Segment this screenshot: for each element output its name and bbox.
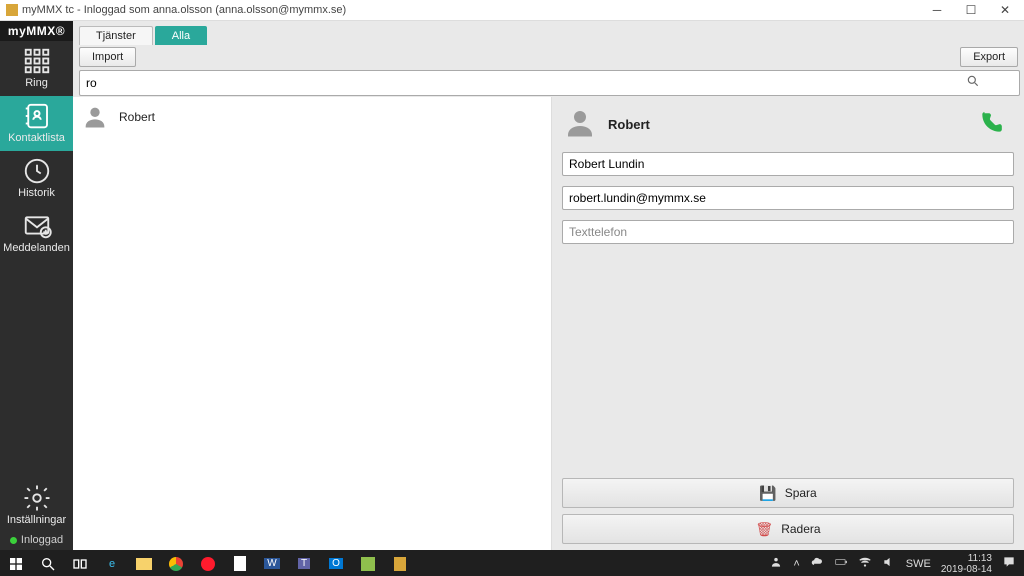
maximize-button[interactable]: ☐ xyxy=(954,0,988,20)
detail-name: Robert xyxy=(608,117,650,132)
tray-chevron-up-icon[interactable]: ˄ xyxy=(793,558,799,570)
start-button[interactable] xyxy=(0,550,32,576)
avatar-icon xyxy=(81,103,109,131)
close-button[interactable]: ✕ xyxy=(988,0,1022,20)
sidebar-item-historik[interactable]: Historik xyxy=(0,151,73,206)
tray-wifi-icon[interactable] xyxy=(858,555,872,572)
name-field[interactable] xyxy=(562,152,1014,176)
tab-tjanster[interactable]: Tjänster xyxy=(79,26,153,45)
contact-detail: Robert 💾 Spara xyxy=(552,97,1024,550)
call-button[interactable] xyxy=(978,110,1004,139)
window-title: myMMX tc - Inloggad som anna.olsson (ann… xyxy=(22,4,920,16)
tray-battery-icon[interactable] xyxy=(834,555,848,572)
tray-time: 11:13 xyxy=(968,553,992,564)
sidebar-item-label: Inställningar xyxy=(7,514,66,526)
window-buttons: ─ ☐ ✕ xyxy=(920,0,1022,20)
tray-clock[interactable]: 11:13 2019-08-14 xyxy=(941,553,992,575)
sidebar-item-installningar[interactable]: Inställningar xyxy=(0,480,73,530)
save-label: Spara xyxy=(785,486,817,500)
clock-icon xyxy=(22,158,52,184)
main-panel: Tjänster Alla Import Export + xyxy=(73,21,1024,550)
save-icon: 💾 xyxy=(759,485,776,502)
detail-header: Robert xyxy=(552,97,1024,152)
search-input[interactable] xyxy=(79,70,1020,96)
trash-icon: 🗑 xyxy=(755,521,773,538)
list-item-name: Robert xyxy=(119,110,155,124)
taskbar-app-outlook[interactable]: O xyxy=(320,550,352,576)
search-input-wrap xyxy=(79,70,986,96)
dialpad-icon xyxy=(22,48,52,74)
tray-language[interactable]: SWE xyxy=(906,558,931,570)
save-button[interactable]: 💾 Spara xyxy=(562,478,1014,508)
taskbar-search-button[interactable] xyxy=(32,550,64,576)
taskbar-app-chrome[interactable] xyxy=(160,550,192,576)
tray-cloud-icon[interactable] xyxy=(810,555,824,572)
detail-buttons: 💾 Spara 🗑 Radera xyxy=(552,478,1024,550)
tab-bar: Tjänster Alla xyxy=(73,21,1024,45)
sidebar: myMMX® Ring Kontaktlista Historik Meddel… xyxy=(0,21,73,550)
search-icon xyxy=(966,74,980,91)
tray-volume-icon[interactable] xyxy=(882,555,896,572)
app-icon xyxy=(6,4,18,16)
detail-form xyxy=(552,152,1024,244)
sidebar-item-label: Kontaktlista xyxy=(8,132,65,144)
taskbar-app-mymmx[interactable] xyxy=(384,550,416,576)
windows-taskbar: e W T O ˄ SWE 11:13 2019-08-14 xyxy=(0,550,1024,576)
minimize-button[interactable]: ─ xyxy=(920,0,954,20)
import-button[interactable]: Import xyxy=(79,47,136,67)
taskbar-app-teams[interactable]: T xyxy=(288,550,320,576)
taskbar-app-opera[interactable] xyxy=(192,550,224,576)
sidebar-item-label: Meddelanden xyxy=(3,242,70,254)
status-label: Inloggad xyxy=(21,534,63,546)
sip-field[interactable] xyxy=(562,186,1014,210)
taskbar-app-word[interactable]: W xyxy=(256,550,288,576)
tray-people-icon[interactable] xyxy=(769,555,783,572)
window-titlebar: myMMX tc - Inloggad som anna.olsson (ann… xyxy=(0,0,1024,21)
login-status: Inloggad xyxy=(0,530,73,550)
texttelefon-field[interactable] xyxy=(562,220,1014,244)
sidebar-item-kontaktlista[interactable]: Kontaktlista xyxy=(0,96,73,151)
sidebar-item-label: Historik xyxy=(18,187,55,199)
tab-alla[interactable]: Alla xyxy=(155,26,207,45)
task-view-button[interactable] xyxy=(64,550,96,576)
brand-logo: myMMX® xyxy=(0,21,73,41)
delete-label: Radera xyxy=(781,522,820,536)
status-dot-online-icon xyxy=(10,537,17,544)
contacts-toolbar: Import Export xyxy=(73,45,1024,69)
address-book-icon xyxy=(22,103,52,129)
taskbar-app-explorer[interactable] xyxy=(128,550,160,576)
sidebar-item-meddelanden[interactable]: Meddelanden xyxy=(0,206,73,261)
taskbar-app-generic[interactable] xyxy=(352,550,384,576)
list-item[interactable]: Robert xyxy=(73,97,551,137)
gear-icon xyxy=(22,485,52,511)
action-center-icon[interactable] xyxy=(1002,555,1016,572)
sidebar-item-label: Ring xyxy=(25,77,48,89)
avatar-icon xyxy=(562,105,598,144)
taskbar-app-edge[interactable]: e xyxy=(96,550,128,576)
export-button[interactable]: Export xyxy=(960,47,1018,67)
contact-list: Robert xyxy=(73,97,552,550)
sidebar-item-ring[interactable]: Ring xyxy=(0,41,73,96)
envelope-plus-icon xyxy=(22,213,52,239)
search-row: + xyxy=(73,69,1024,97)
tray-date: 2019-08-14 xyxy=(941,564,992,575)
taskbar-app-doc[interactable] xyxy=(224,550,256,576)
delete-button[interactable]: 🗑 Radera xyxy=(562,514,1014,544)
